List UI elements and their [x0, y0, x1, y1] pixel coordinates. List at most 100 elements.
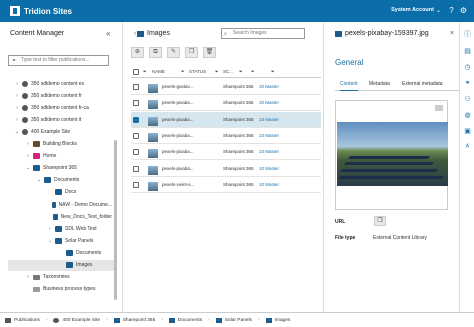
- tree-item[interactable]: › 350 sdldemo content fr: [0, 90, 112, 101]
- tree-item[interactable]: ⌄ Documents: [0, 175, 112, 186]
- chevron-right-icon[interactable]: ›: [47, 226, 53, 232]
- search-images-input[interactable]: ⌕ Search Images: [221, 28, 305, 39]
- row-checkbox[interactable]: [133, 116, 139, 123]
- filter-icon[interactable]: ⏷: [271, 69, 275, 74]
- tab-content[interactable]: Content: [340, 81, 358, 91]
- copy-icon[interactable]: ❐: [185, 47, 198, 58]
- filter-icon[interactable]: ⏷: [215, 69, 219, 74]
- tree-item[interactable]: › Home: [0, 151, 112, 162]
- preview-icon[interactable]: ▣: [463, 127, 472, 136]
- translate-icon[interactable]: ᴬ: [463, 143, 472, 152]
- breadcrumb-item[interactable]: Documents: [168, 317, 202, 323]
- chevron-down-icon[interactable]: ⌄: [36, 177, 42, 183]
- tree-item[interactable]: Documents: [0, 247, 112, 258]
- hierarchy-icon[interactable]: ⧉: [149, 47, 162, 58]
- row-status[interactable]: 10 Master: [259, 166, 279, 171]
- row-checkbox[interactable]: [133, 100, 139, 107]
- tree-item[interactable]: Images: [8, 259, 114, 271]
- filter-icon[interactable]: ⏷: [251, 69, 255, 74]
- delete-icon[interactable]: 🗑: [203, 47, 216, 58]
- row-checkbox[interactable]: [133, 149, 139, 156]
- chevron-right-icon[interactable]: ›: [14, 81, 20, 87]
- tree-item[interactable]: › Building Blocks: [0, 139, 112, 150]
- tree-item[interactable]: › Taxonomies: [0, 272, 112, 283]
- tree-item[interactable]: › 350 sdldemo content es: [0, 78, 112, 89]
- account-menu[interactable]: System Account: [391, 7, 434, 13]
- tree-item[interactable]: NAW - Demo Docume...: [0, 199, 112, 210]
- tree-item[interactable]: › SDL Web Test: [0, 223, 112, 234]
- tree-item[interactable]: ⌄ 400 Example Site: [0, 126, 112, 137]
- breadcrumb-item[interactable]: Publications: [5, 317, 40, 323]
- row-name[interactable]: pexels-pixaba...: [162, 117, 194, 122]
- row-status[interactable]: 10 Master: [259, 182, 279, 187]
- tab-metadata[interactable]: Metadata: [369, 81, 390, 87]
- column-name[interactable]: NAME: [152, 69, 165, 74]
- table-row[interactable]: pexels-vivint-s... Sharepoint 365 10 Maste…: [131, 177, 321, 193]
- collapse-panel-icon[interactable]: «: [106, 29, 110, 38]
- chevron-down-icon[interactable]: ⌄: [436, 7, 441, 14]
- edit-icon[interactable]: ✎: [167, 47, 180, 58]
- row-checkbox[interactable]: [133, 165, 139, 172]
- breadcrumb-item[interactable]: Images: [265, 317, 290, 323]
- document-icon[interactable]: ▤: [463, 47, 472, 56]
- image-toolbar-icon[interactable]: [435, 105, 443, 111]
- select-all-checkbox[interactable]: [133, 69, 139, 75]
- row-status[interactable]: 10 Master: [259, 84, 279, 89]
- row-checkbox[interactable]: [133, 181, 139, 188]
- table-row[interactable]: pexels-pixaba... Sharepoint 365 10 Master: [131, 128, 321, 144]
- tree-item[interactable]: › 350 sdldemo content fr-ca: [0, 102, 112, 113]
- tree-item[interactable]: ⌄ Sharepoint 365: [0, 163, 112, 174]
- table-row[interactable]: pexels-pixaba... Sharepoint 365 10 Master: [131, 161, 321, 177]
- breadcrumb-item[interactable]: Solar Panels: [215, 317, 252, 323]
- chevron-right-icon[interactable]: ›: [25, 274, 31, 280]
- row-checkbox[interactable]: [133, 132, 139, 139]
- new-item-icon[interactable]: ⊕: [131, 47, 144, 58]
- chevron-right-icon[interactable]: ›: [14, 93, 20, 99]
- breadcrumb-item[interactable]: 400 Example Site: [53, 317, 100, 323]
- tree-item[interactable]: Business process types: [0, 284, 112, 295]
- table-row[interactable]: pexels-pixaba... Sharepoint 365 10 Master: [131, 111, 321, 128]
- settings-icon[interactable]: ⚙: [459, 6, 468, 15]
- history-icon[interactable]: ◷: [463, 63, 472, 72]
- tree-item[interactable]: ⌄ Solar Panels: [0, 235, 112, 246]
- chevron-down-icon[interactable]: ⌄: [47, 238, 53, 244]
- chevron-right-icon[interactable]: ›: [14, 105, 20, 111]
- filter-icon[interactable]: ⏷: [239, 69, 243, 74]
- help-icon[interactable]: ?: [447, 6, 456, 15]
- row-status[interactable]: 10 Master: [259, 117, 279, 122]
- tree-item[interactable]: › 350 sdldemo content it: [0, 114, 112, 125]
- info-icon[interactable]: ⓘ: [463, 30, 472, 39]
- row-status[interactable]: 10 Master: [259, 149, 279, 154]
- table-row[interactable]: pexels-gustav... Sharepoint 365 10 Master: [131, 79, 321, 95]
- row-checkbox[interactable]: [133, 84, 139, 90]
- table-row[interactable]: pexels-pixaba... Sharepoint 365 10 Master: [131, 95, 321, 112]
- tab-external-metadata[interactable]: External metadata: [402, 81, 443, 87]
- row-name[interactable]: pexels-pixaba...: [162, 133, 194, 138]
- globe-icon[interactable]: ◍: [463, 111, 472, 120]
- users-icon[interactable]: ⚇: [463, 95, 472, 104]
- chevron-down-icon[interactable]: ⌄: [14, 129, 20, 135]
- chevron-right-icon[interactable]: ›: [25, 141, 31, 147]
- filter-publications-input[interactable]: ⏷ Type text to filter publications...: [8, 55, 109, 66]
- scrollbar[interactable]: [114, 140, 117, 300]
- chevron-down-icon[interactable]: ⌄: [25, 165, 31, 171]
- chevron-right-icon[interactable]: ›: [14, 117, 20, 123]
- copy-url-icon[interactable]: ❐: [374, 216, 386, 226]
- breadcrumb-item[interactable]: Sharepoint 365: [113, 317, 155, 323]
- row-name[interactable]: pexels-vivint-s...: [162, 182, 194, 187]
- tree-item[interactable]: Docs: [0, 187, 112, 198]
- row-name[interactable]: pexels-pixaba...: [162, 166, 194, 171]
- chevron-right-icon[interactable]: ›: [25, 153, 31, 159]
- table-row[interactable]: pexels-pixaba... Sharepoint 365 10 Master: [131, 144, 321, 161]
- row-status[interactable]: 10 Master: [259, 100, 279, 105]
- column-status[interactable]: STATUS: [189, 69, 206, 74]
- close-icon[interactable]: ×: [450, 30, 454, 37]
- tree-item[interactable]: New_Docs_Test_folder: [0, 211, 112, 222]
- row-name[interactable]: pexels-gustav...: [162, 84, 193, 89]
- link-icon[interactable]: ⚭: [463, 79, 472, 88]
- filter-icon[interactable]: ⏷: [181, 69, 185, 74]
- row-name[interactable]: pexels-pixaba...: [162, 100, 194, 105]
- filter-icon[interactable]: ⏷: [143, 69, 147, 74]
- column-source[interactable]: SC...: [223, 69, 233, 74]
- row-name[interactable]: pexels-pixaba...: [162, 149, 194, 154]
